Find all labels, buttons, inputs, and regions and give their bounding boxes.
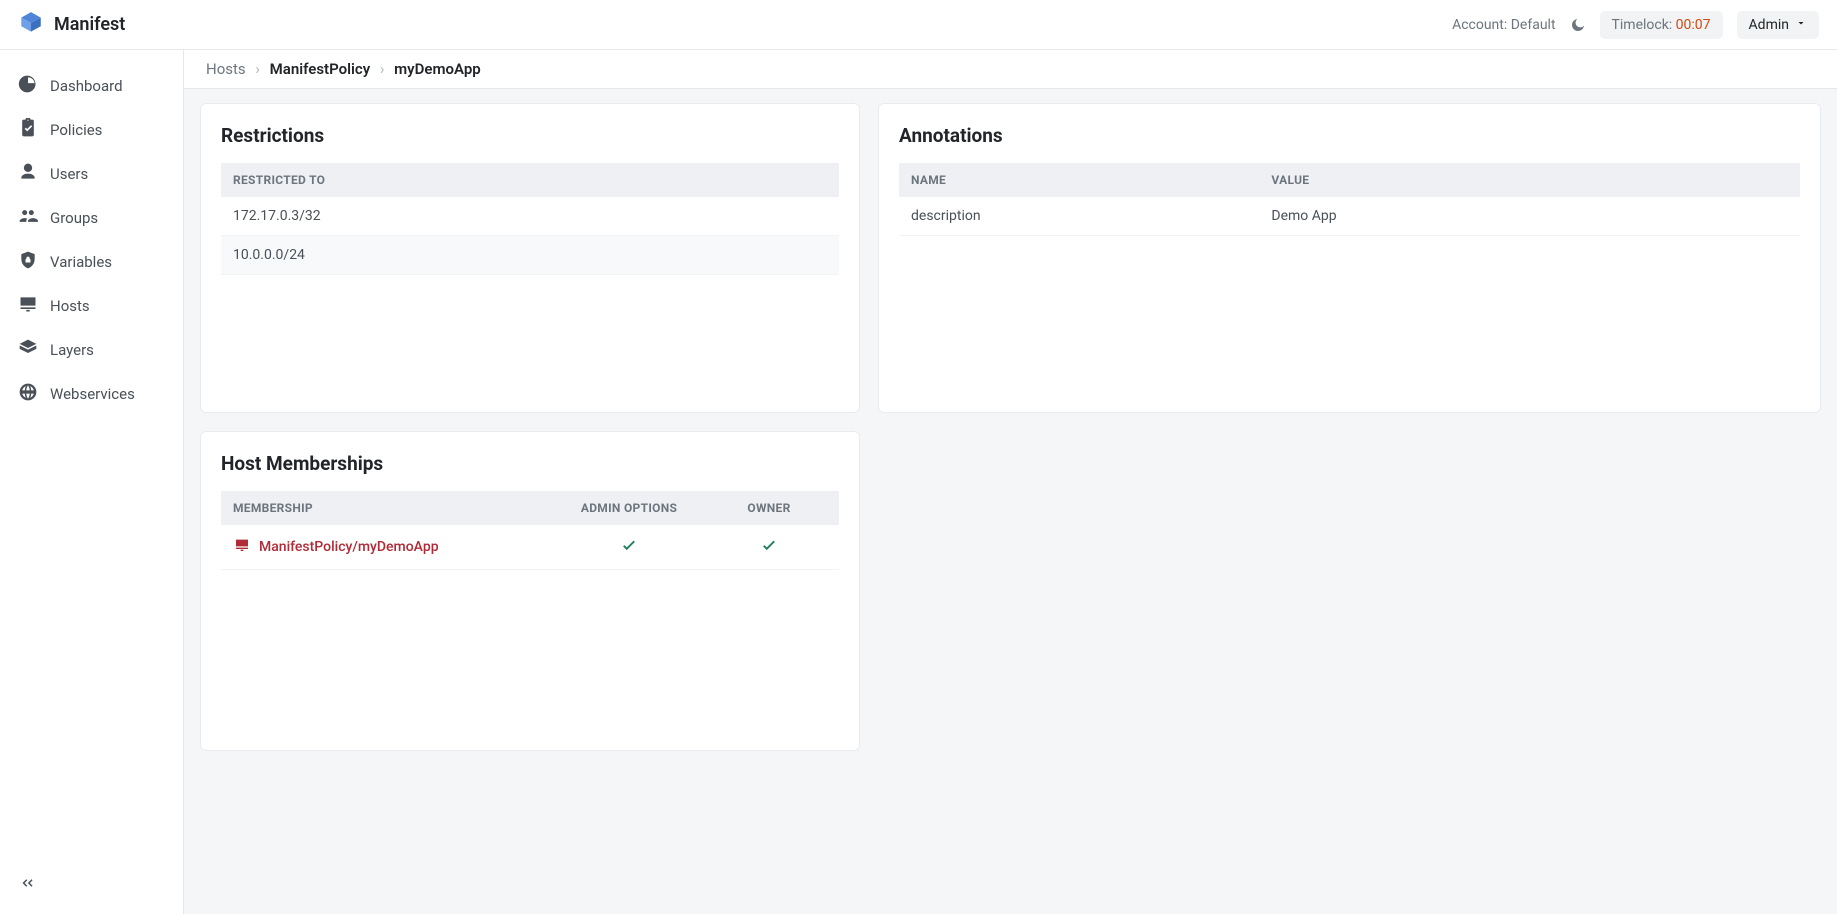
sidebar-item-label: Users <box>50 165 88 183</box>
shield-lock-icon <box>18 250 38 274</box>
breadcrumb-leaf[interactable]: myDemoApp <box>394 60 481 78</box>
membership-label: ManifestPolicy/myDemoApp <box>259 539 439 555</box>
logo-icon <box>18 10 44 40</box>
sidebar: Dashboard Policies Users Groups Variable… <box>0 50 184 914</box>
table-row: 10.0.0.0/24 <box>221 236 839 275</box>
timelock-value: 00:07 <box>1676 17 1711 33</box>
card-title: Host Memberships <box>221 452 839 475</box>
annotation-value: Demo App <box>1259 197 1800 236</box>
breadcrumb-mid[interactable]: ManifestPolicy <box>270 60 371 78</box>
restriction-value: 172.17.0.3/32 <box>221 197 839 236</box>
sidebar-item-hosts[interactable]: Hosts <box>0 284 183 328</box>
card-title: Annotations <box>899 124 1800 147</box>
breadcrumb: Hosts › ManifestPolicy › myDemoApp <box>184 50 1837 89</box>
annotation-name: description <box>899 197 1259 236</box>
memberships-table: MEMBERSHIP ADMIN OPTIONS OWNER ManifestP… <box>221 491 839 570</box>
brand[interactable]: Manifest <box>18 10 125 40</box>
host-memberships-card: Host Memberships MEMBERSHIP ADMIN OPTION… <box>200 431 860 751</box>
check-icon <box>620 542 638 558</box>
table-header: ADMIN OPTIONS <box>559 491 699 525</box>
timelock-badge[interactable]: Timelock: 00:07 <box>1600 11 1723 39</box>
topbar-right: Account: Default Timelock: 00:07 Admin <box>1452 11 1819 39</box>
pie-chart-icon <box>18 74 38 98</box>
main: Hosts › ManifestPolicy › myDemoApp Restr… <box>184 50 1837 914</box>
chevron-down-icon <box>1795 17 1807 33</box>
annotations-card: Annotations NAME VALUE description Demo … <box>878 103 1821 413</box>
sidebar-item-policies[interactable]: Policies <box>0 108 183 152</box>
sidebar-item-layers[interactable]: Layers <box>0 328 183 372</box>
sidebar-item-label: Groups <box>50 209 98 227</box>
chevrons-left-icon <box>18 880 36 896</box>
breadcrumb-root[interactable]: Hosts <box>206 60 246 78</box>
check-icon <box>760 542 778 558</box>
sidebar-item-dashboard[interactable]: Dashboard <box>0 64 183 108</box>
table-header: NAME <box>899 163 1259 197</box>
user-menu[interactable]: Admin <box>1737 11 1819 39</box>
topbar: Manifest Account: Default Timelock: 00:0… <box>0 0 1837 50</box>
table-header: VALUE <box>1259 163 1800 197</box>
layers-icon <box>18 338 38 362</box>
sidebar-item-label: Variables <box>50 253 112 271</box>
clipboard-check-icon <box>18 118 38 142</box>
table-header: OWNER <box>699 491 839 525</box>
sidebar-item-label: Layers <box>50 341 94 359</box>
desktop-icon <box>18 294 38 318</box>
sidebar-item-label: Dashboard <box>50 77 123 95</box>
sidebar-collapse-button[interactable] <box>0 874 183 900</box>
user-label: Admin <box>1749 17 1789 33</box>
table-header: RESTRICTED TO <box>221 163 839 197</box>
brand-text: Manifest <box>54 14 125 35</box>
restrictions-card: Restrictions RESTRICTED TO 172.17.0.3/32… <box>200 103 860 413</box>
sidebar-item-groups[interactable]: Groups <box>0 196 183 240</box>
restriction-value: 10.0.0.0/24 <box>221 236 839 275</box>
restrictions-table: RESTRICTED TO 172.17.0.3/32 10.0.0.0/24 <box>221 163 839 275</box>
sidebar-item-label: Webservices <box>50 385 135 403</box>
sidebar-item-webservices[interactable]: Webservices <box>0 372 183 416</box>
table-row: description Demo App <box>899 197 1800 236</box>
timelock-label: Timelock: <box>1612 17 1676 33</box>
sidebar-item-label: Policies <box>50 121 102 139</box>
table-header: MEMBERSHIP <box>221 491 559 525</box>
table-row: 172.17.0.3/32 <box>221 197 839 236</box>
membership-link[interactable]: ManifestPolicy/myDemoApp <box>233 537 439 557</box>
globe-icon <box>18 382 38 406</box>
annotations-table: NAME VALUE description Demo App <box>899 163 1800 236</box>
theme-toggle[interactable] <box>1570 17 1586 33</box>
account-label[interactable]: Account: Default <box>1452 17 1555 33</box>
chevron-right-icon: › <box>380 60 385 78</box>
card-title: Restrictions <box>221 124 839 147</box>
sidebar-item-users[interactable]: Users <box>0 152 183 196</box>
users-icon <box>18 206 38 230</box>
sidebar-item-label: Hosts <box>50 297 90 315</box>
chevron-right-icon: › <box>255 60 260 78</box>
desktop-icon <box>233 537 251 557</box>
table-row: ManifestPolicy/myDemoApp <box>221 525 839 570</box>
sidebar-item-variables[interactable]: Variables <box>0 240 183 284</box>
user-icon <box>18 162 38 186</box>
